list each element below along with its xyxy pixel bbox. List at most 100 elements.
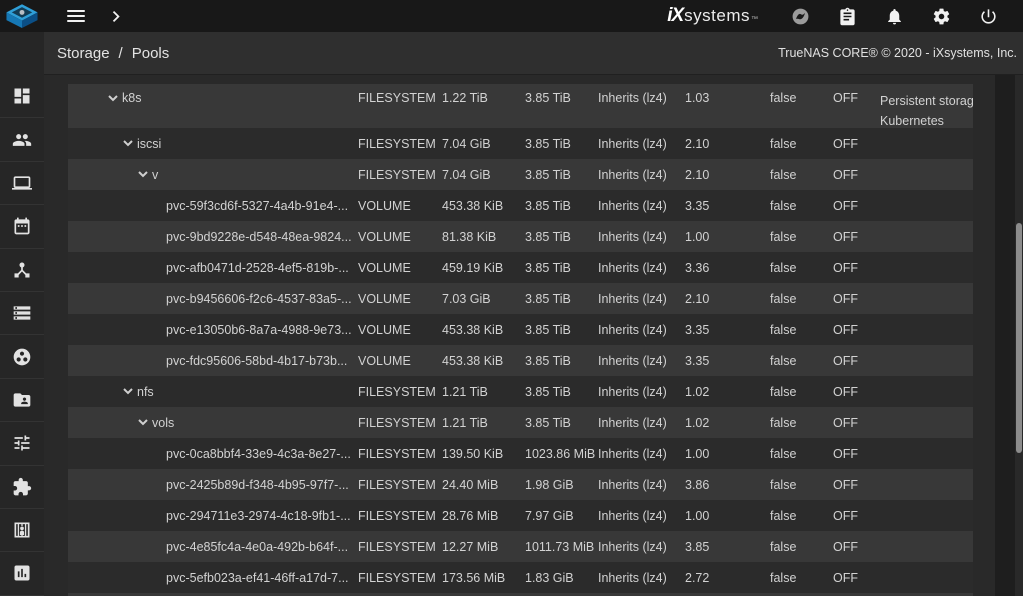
readonly-cell: false <box>770 385 833 399</box>
jails-icon <box>12 520 32 540</box>
readonly-cell: false <box>770 261 833 275</box>
type-cell: FILESYSTEM <box>358 416 442 430</box>
compression-ratio-cell: 3.35 <box>685 199 770 213</box>
readonly-cell: false <box>770 354 833 368</box>
ixsystems-logo[interactable]: iX systems ™ <box>667 5 758 27</box>
menu-toggle-button[interactable] <box>64 4 88 28</box>
power-button[interactable] <box>976 4 1000 28</box>
sidebar-item-sharing[interactable] <box>0 379 44 422</box>
type-cell: FILESYSTEM <box>358 168 442 182</box>
table-row[interactable]: pvc-2425b89d-f348-4b95-97f7-...FILESYSTE… <box>68 469 973 500</box>
sidebar-item-network[interactable] <box>0 249 44 292</box>
dataset-name: pvc-afb0471d-2528-4ef5-819b-... <box>166 261 349 275</box>
dedup-cell: OFF <box>833 571 880 585</box>
breadcrumb-pools[interactable]: Pools <box>132 45 170 62</box>
table-row[interactable]: pvc-294711e3-2974-4c18-9fb1-... FILESYSTE… <box>68 500 973 531</box>
sidebar-item-reporting[interactable] <box>0 552 44 595</box>
table-row[interactable]: pvc-9bd9228e-d548-48ea-9824...VOLUME81.3… <box>68 221 973 252</box>
available-cell: 3.85 TiB <box>525 261 598 275</box>
compression-ratio-cell: 1.00 <box>685 509 770 523</box>
table-row[interactable]: iscsiFILESYSTEM7.04 GiB3.85 TiBInherits … <box>68 128 973 159</box>
truecommand-button[interactable] <box>788 4 812 28</box>
compression-ratio-cell: 3.35 <box>685 323 770 337</box>
expand-toggle[interactable] <box>108 95 118 102</box>
sidebar <box>0 32 44 596</box>
table-row[interactable]: nfsFILESYSTEM1.21 TiB3.85 TiBInherits (l… <box>68 376 973 407</box>
breadcrumb-storage[interactable]: Storage <box>57 45 110 62</box>
notifications-bell-button[interactable] <box>882 4 906 28</box>
compression-cell: Inherits (lz4) <box>598 168 685 182</box>
version-text: TrueNAS CORE® © 2020 - iXsystems, Inc. <box>778 46 1017 60</box>
type-cell: VOLUME <box>358 199 442 213</box>
services-icon <box>12 433 32 453</box>
sidebar-item-storage[interactable] <box>0 292 44 335</box>
table-row[interactable]: pvc-0ca8bbf4-33e9-4c3a-8e27-...FILESYSTE… <box>68 438 973 469</box>
used-cell: 173.56 MiB <box>442 571 525 585</box>
sidebar-item-directory-services[interactable] <box>0 335 44 378</box>
table-row[interactable]: pvc-afb0471d-2528-4ef5-819b-...VOLUME459… <box>68 252 973 283</box>
chevron-down-icon <box>108 95 118 102</box>
dedup-cell: OFF <box>833 168 880 182</box>
sidebar-item-system[interactable] <box>0 162 44 205</box>
chevron-down-icon <box>123 140 133 147</box>
chevron-right-icon <box>107 7 126 26</box>
available-cell: 3.85 TiB <box>525 416 598 430</box>
compression-cell: Inherits (lz4) <box>598 84 685 105</box>
table-row[interactable]: pvc-e13050b6-8a7a-4988-9e73...VOLUME453.… <box>68 314 973 345</box>
pools-dataset-table: k8sFILESYSTEM1.22 TiB3.85 TiBInherits (l… <box>68 84 973 596</box>
compression-cell: Inherits (lz4) <box>598 230 685 244</box>
topbar: iX systems ™ <box>0 0 1023 32</box>
type-cell: VOLUME <box>358 292 442 306</box>
sidebar-item-accounts[interactable] <box>0 118 44 161</box>
table-scroll-track[interactable] <box>995 75 1015 596</box>
expand-toggle[interactable] <box>123 140 133 147</box>
table-row[interactable]: pvc-fdc95606-58bd-4b17-b73b...VOLUME453.… <box>68 345 973 376</box>
sidebar-item-jails[interactable] <box>0 509 44 552</box>
dedup-cell: OFF <box>833 354 880 368</box>
dataset-name-cell: pvc-fdc95606-58bd-4b17-b73b... <box>68 354 358 368</box>
table-row[interactable]: volsFILESYSTEM1.21 TiB3.85 TiBInherits (… <box>68 407 973 438</box>
expand-toggle[interactable] <box>138 419 148 426</box>
type-cell: FILESYSTEM <box>358 509 442 523</box>
nav-collapse-button[interactable] <box>104 4 128 28</box>
available-cell: 3.85 TiB <box>525 354 598 368</box>
page-scrollbar-thumb[interactable] <box>1016 223 1022 453</box>
readonly-cell: false <box>770 416 833 430</box>
dataset-name: pvc-294711e3-2974-4c18-9fb1-... <box>166 509 351 523</box>
table-row[interactable]: pvc-5efb023a-ef41-46ff-a17d-7...FILESYST… <box>68 562 973 593</box>
compression-ratio-cell: 3.36 <box>685 261 770 275</box>
table-row[interactable]: k8sFILESYSTEM1.22 TiB3.85 TiBInherits (l… <box>68 84 973 128</box>
sidebar-item-tasks[interactable] <box>0 205 44 248</box>
hamburger-icon <box>67 10 85 22</box>
type-cell: FILESYSTEM <box>358 385 442 399</box>
sidebar-item-services[interactable] <box>0 422 44 465</box>
readonly-cell: false <box>770 540 833 554</box>
dataset-name: pvc-e13050b6-8a7a-4988-9e73... <box>166 323 352 337</box>
ixsystems-logo-trademark: ™ <box>751 16 758 23</box>
dataset-name: pvc-2425b89d-f348-4b95-97f7-... <box>166 478 349 492</box>
table-row[interactable]: pvc-59f3cd6f-5327-4a4b-91e4-...VOLUME453… <box>68 190 973 221</box>
dataset-name: nfs <box>137 385 154 399</box>
dataset-name-cell: pvc-59f3cd6f-5327-4a4b-91e4-... <box>68 199 358 213</box>
sidebar-item-dashboard[interactable] <box>0 75 44 118</box>
dataset-name-cell: pvc-b9456606-f2c6-4537-83a5-... <box>68 292 358 306</box>
sidebar-item-plugins[interactable] <box>0 466 44 509</box>
table-row[interactable]: pvc-4e85fc4a-4e0a-492b-b64f-...FILESYSTE… <box>68 531 973 562</box>
readonly-cell: false <box>770 292 833 306</box>
settings-gear-button[interactable] <box>929 4 953 28</box>
table-row[interactable]: pvc-b9456606-f2c6-4537-83a5-...VOLUME7.0… <box>68 283 973 314</box>
expand-toggle[interactable] <box>123 388 133 395</box>
available-cell: 1023.86 MiB <box>525 447 598 461</box>
truenas-logo <box>0 0 44 32</box>
readonly-cell: false <box>770 478 833 492</box>
compression-cell: Inherits (lz4) <box>598 416 685 430</box>
dataset-name-cell: pvc-294711e3-2974-4c18-9fb1-... <box>68 509 358 523</box>
available-cell: 3.85 TiB <box>525 168 598 182</box>
expand-toggle[interactable] <box>138 171 148 178</box>
tasks-clipboard-button[interactable] <box>835 4 859 28</box>
breadcrumb: Storage / Pools <box>57 45 169 62</box>
table-row[interactable]: vFILESYSTEM7.04 GiB3.85 TiBInherits (lz4… <box>68 159 973 190</box>
sidebar-items <box>0 75 44 596</box>
readonly-cell: false <box>770 571 833 585</box>
used-cell: 7.04 GiB <box>442 137 525 151</box>
